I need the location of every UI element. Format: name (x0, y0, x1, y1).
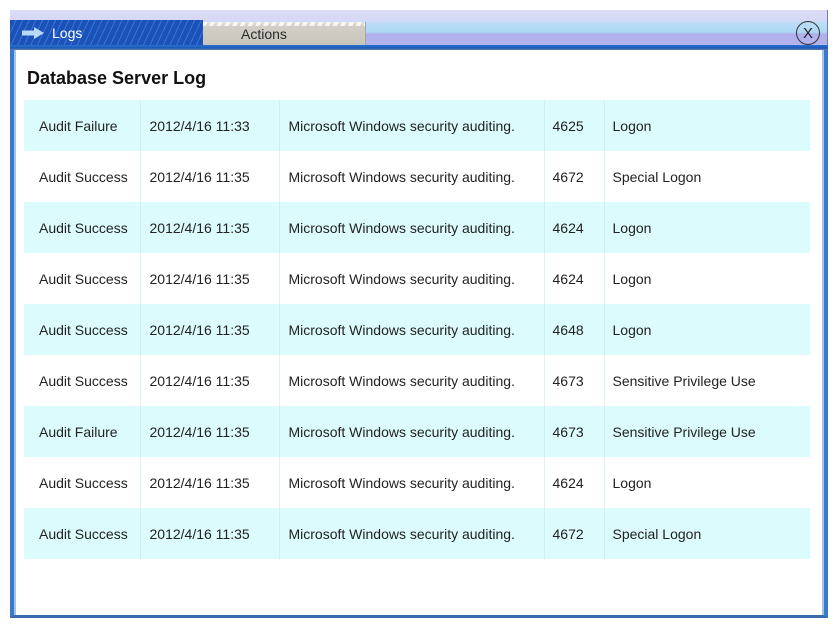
log-source-cell: Microsoft Windows security auditing. (279, 151, 545, 202)
log-category-cell: Logon (604, 202, 810, 253)
tab-logs[interactable]: Logs (10, 20, 203, 45)
log-level-cell: Audit Success (24, 457, 141, 508)
tab-actions-label: Actions (241, 25, 287, 42)
log-row[interactable]: Audit Failure 2012/4/16 11:33 Microsoft Wi… (24, 100, 810, 151)
log-row[interactable]: Audit Failure 2012/4/16 11:35 Microsoft Wi… (24, 406, 810, 457)
log-row[interactable]: Audit Success 2012/4/16 11:35 Microsoft Wi… (24, 253, 810, 304)
log-event-id-cell: 4672 (544, 151, 605, 202)
log-source-cell: Microsoft Windows security auditing. (279, 406, 545, 457)
log-date-cell: 2012/4/16 11:35 (140, 508, 280, 559)
arrow-right-icon (22, 26, 44, 39)
log-category-cell: Logon (604, 253, 810, 304)
log-source-cell: Microsoft Windows security auditing. (279, 355, 545, 406)
log-date-cell: 2012/4/16 11:33 (140, 100, 280, 151)
log-event-id-cell: 4624 (544, 202, 605, 253)
log-event-id-cell: 4648 (544, 304, 605, 355)
log-event-id-cell: 4673 (544, 355, 605, 406)
log-source-cell: Microsoft Windows security auditing. (279, 100, 545, 151)
log-level-cell: Audit Failure (24, 100, 141, 151)
log-source-cell: Microsoft Windows security auditing. (279, 457, 545, 508)
log-row[interactable]: Audit Success 2012/4/16 11:35 Microsoft Wi… (24, 508, 810, 559)
content-panel: Database Server Log Audit Failure 2012/4/… (10, 50, 828, 618)
log-event-id-cell: 4673 (544, 406, 605, 457)
log-row[interactable]: Audit Success 2012/4/16 11:35 Microsoft Wi… (24, 457, 810, 508)
log-category-cell: Logon (604, 304, 810, 355)
log-level-cell: Audit Success (24, 508, 141, 559)
log-source-cell: Microsoft Windows security auditing. (279, 508, 545, 559)
close-button[interactable]: X (796, 21, 820, 45)
log-table: Audit Failure 2012/4/16 11:33 Microsoft Wi… (24, 100, 810, 559)
log-level-cell: Audit Success (24, 253, 141, 304)
log-event-id-cell: 4672 (544, 508, 605, 559)
log-date-cell: 2012/4/16 11:35 (140, 151, 280, 202)
log-date-cell: 2012/4/16 11:35 (140, 406, 280, 457)
log-category-cell: Logon (604, 100, 810, 151)
log-category-cell: Sensitive Privilege Use (604, 355, 810, 406)
tab-logs-label: Logs (52, 24, 83, 41)
log-row[interactable]: Audit Success 2012/4/16 11:35 Microsoft Wi… (24, 202, 810, 253)
page-title: Database Server Log (27, 68, 207, 88)
log-level-cell: Audit Success (24, 151, 141, 202)
log-category-cell: Sensitive Privilege Use (604, 406, 810, 457)
log-row[interactable]: Audit Success 2012/4/16 11:35 Microsoft Wi… (24, 355, 810, 406)
log-date-cell: 2012/4/16 11:35 (140, 457, 280, 508)
log-row[interactable]: Audit Success 2012/4/16 11:35 Microsoft Wi… (24, 304, 810, 355)
log-level-cell: Audit Success (24, 304, 141, 355)
log-category-cell: Special Logon (604, 151, 810, 202)
log-level-cell: Audit Success (24, 355, 141, 406)
close-icon: X (802, 24, 813, 42)
log-date-cell: 2012/4/16 11:35 (140, 202, 280, 253)
log-viewer-window: Logs Actions X Database Server Log Audit… (0, 0, 837, 625)
tab-actions[interactable]: Actions (203, 22, 366, 45)
log-source-cell: Microsoft Windows security auditing. (279, 253, 545, 304)
log-level-cell: Audit Failure (24, 406, 141, 457)
log-date-cell: 2012/4/16 11:35 (140, 304, 280, 355)
log-source-cell: Microsoft Windows security auditing. (279, 202, 545, 253)
log-date-cell: 2012/4/16 11:35 (140, 355, 280, 406)
log-source-cell: Microsoft Windows security auditing. (279, 304, 545, 355)
log-event-id-cell: 4625 (544, 100, 605, 151)
log-date-cell: 2012/4/16 11:35 (140, 253, 280, 304)
log-level-cell: Audit Success (24, 202, 141, 253)
tab-texture (203, 22, 365, 26)
log-event-id-cell: 4624 (544, 253, 605, 304)
log-category-cell: Special Logon (604, 508, 810, 559)
log-row[interactable]: Audit Success 2012/4/16 11:35 Microsoft Wi… (24, 151, 810, 202)
log-category-cell: Logon (604, 457, 810, 508)
log-event-id-cell: 4624 (544, 457, 605, 508)
